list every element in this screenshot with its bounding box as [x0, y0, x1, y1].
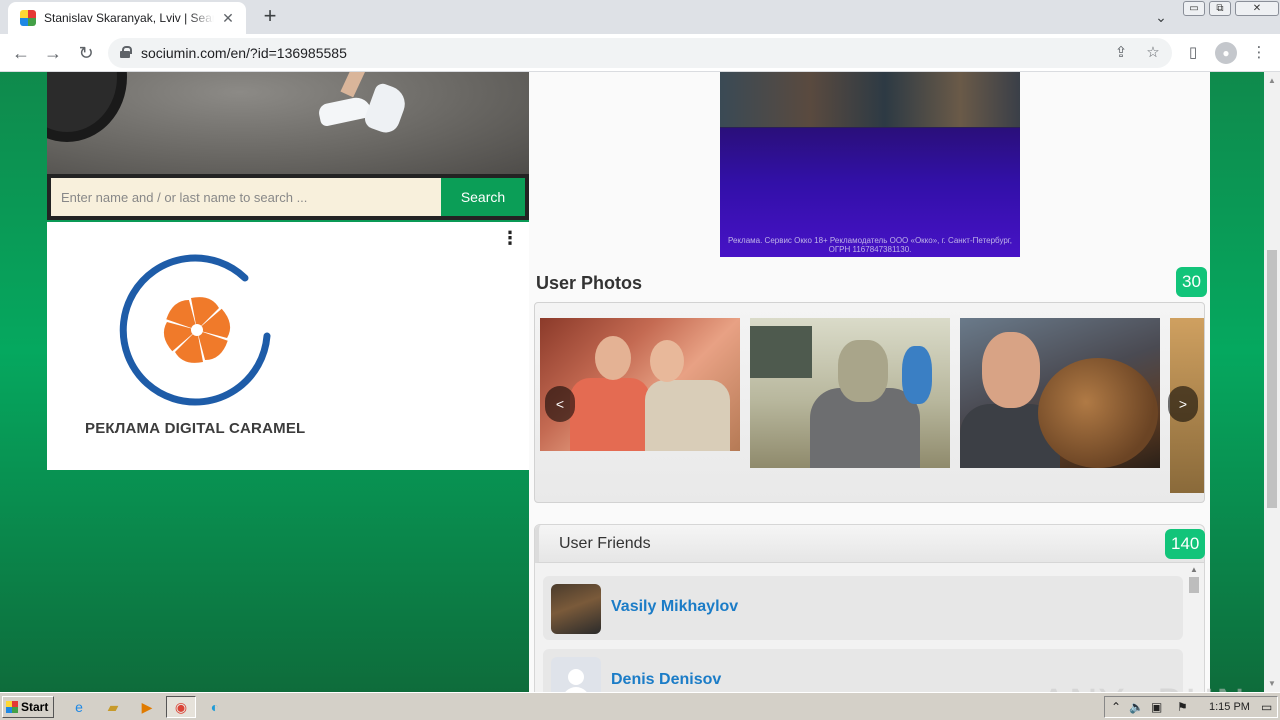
new-tab-button[interactable]: +: [256, 5, 284, 29]
browser-tab[interactable]: Stanislav Skaranyak, Lviv | Search In ✕: [8, 2, 246, 34]
show-desktop-icon[interactable]: ▭: [1261, 700, 1272, 714]
windows-logo-icon: [6, 701, 18, 713]
search-button[interactable]: Search: [441, 178, 525, 216]
caramel-logo: [119, 254, 271, 406]
tray-expand-icon[interactable]: ⌃: [1111, 700, 1121, 714]
network-icon[interactable]: ▣: [1151, 700, 1162, 714]
clock[interactable]: 1:15 PM: [1209, 701, 1250, 713]
browser-toolbar: ← → ↻ sociumin.com/en/?id=136985585 ⇪ ☆ …: [0, 34, 1280, 72]
photos-count-badge: 30: [1176, 267, 1207, 297]
volume-icon[interactable]: 🔈: [1129, 700, 1144, 714]
hero-image: [47, 72, 529, 174]
scroll-up-icon[interactable]: ▲: [1190, 565, 1198, 574]
edge-icon[interactable]: ◐: [204, 697, 226, 717]
search-form: Search: [47, 174, 529, 220]
system-tray: ⌃ 🔈 ▣ ⚑ 1:15 PM ▭: [1104, 696, 1278, 718]
photo-carousel: < >: [534, 302, 1205, 503]
default-avatar-icon[interactable]: [551, 657, 601, 692]
photo-detail: [595, 336, 631, 380]
friends-scrollbar[interactable]: ▲: [1187, 563, 1201, 692]
minimize-button[interactable]: ▭: [1183, 1, 1205, 16]
start-label: Start: [21, 700, 49, 714]
hero-leg: [340, 72, 368, 98]
ie-icon[interactable]: e: [68, 697, 90, 717]
tab-title: Stanislav Skaranyak, Lviv | Search In: [44, 11, 214, 25]
site-favicon-icon: [20, 10, 36, 26]
scroll-up-icon[interactable]: ▲: [1268, 76, 1276, 85]
lock-icon[interactable]: [120, 46, 132, 58]
kebab-menu-icon[interactable]: ⋮: [1248, 42, 1270, 64]
explorer-folder-icon[interactable]: ▰: [102, 697, 124, 717]
photo-detail: [645, 380, 730, 451]
avatar[interactable]: [551, 584, 601, 634]
bookmark-star-icon[interactable]: ☆: [1142, 42, 1164, 64]
hero-shoe: [362, 81, 410, 137]
share-icon[interactable]: ⇪: [1110, 42, 1132, 64]
side-panel-icon[interactable]: ▯: [1182, 42, 1204, 64]
windows-taskbar: Start e ▰ ▶ ◉ ◐ ⌃ 🔈 ▣ ⚑ 1:15 PM ▭: [0, 692, 1280, 720]
url-text[interactable]: sociumin.com/en/?id=136985585: [141, 45, 347, 61]
photo-detail: [902, 346, 932, 404]
back-arrow-icon[interactable]: ←: [8, 40, 34, 66]
chrome-icon[interactable]: ◉: [166, 696, 196, 718]
carousel-next-button[interactable]: >: [1168, 386, 1198, 422]
address-bar[interactable]: sociumin.com/en/?id=136985585 ⇪ ☆: [108, 38, 1172, 68]
scroll-down-icon[interactable]: ▼: [1268, 679, 1276, 688]
search-input[interactable]: [51, 178, 441, 216]
friend-item[interactable]: Vasily Mikhaylov: [543, 576, 1183, 640]
tab-strip: Stanislav Skaranyak, Lviv | Search In ✕ …: [0, 0, 1280, 34]
window-controls: ▭ ⧉ ✕: [1183, 1, 1279, 16]
close-tab-icon[interactable]: ✕: [220, 10, 236, 26]
page-viewport: Search ⋮ РЕКЛАМА DIGITAL CARAMEL Реклама…: [0, 72, 1264, 692]
user-photo[interactable]: [750, 318, 950, 468]
user-photo[interactable]: [540, 318, 740, 451]
ad-disclaimer: Реклама. Сервис Окко 18+ Рекламодатель О…: [728, 236, 1012, 254]
reload-icon[interactable]: ↻: [73, 40, 99, 66]
photo-detail: [982, 332, 1040, 408]
ad-poster-image: [720, 72, 1020, 127]
friends-header: User Friends 140: [535, 525, 1206, 563]
restore-button[interactable]: ⧉: [1209, 1, 1231, 16]
friend-name-link[interactable]: Vasily Mikhaylov: [611, 598, 738, 616]
page-scrollbar[interactable]: ▲ ▼: [1264, 72, 1280, 692]
ad-banner[interactable]: ⋮ РЕКЛАМА DIGITAL CARAMEL: [47, 222, 529, 470]
ad-options-icon[interactable]: ⋮: [501, 228, 519, 249]
forward-arrow-icon[interactable]: →: [40, 40, 66, 66]
action-center-flag-icon[interactable]: ⚑: [1177, 700, 1188, 714]
friends-title: User Friends: [559, 535, 651, 552]
photos-title: User Photos: [536, 273, 643, 293]
photo-detail: [838, 340, 888, 402]
friends-panel: User Friends 140 Vasily Mikhaylov Denis …: [534, 524, 1206, 692]
friends-list: Vasily Mikhaylov Denis Denisov ▲: [535, 563, 1204, 692]
start-button[interactable]: Start: [2, 696, 54, 718]
profile-avatar-icon[interactable]: ●: [1215, 42, 1237, 64]
friend-name-link[interactable]: Denis Denisov: [611, 671, 721, 689]
ad-brand-text: РЕКЛАМА DIGITAL CARAMEL: [85, 420, 306, 437]
window-close-button[interactable]: ✕: [1235, 1, 1279, 16]
video-ad[interactable]: Реклама. Сервис Окко 18+ Рекламодатель О…: [720, 72, 1020, 257]
main-column: Реклама. Сервис Окко 18+ Рекламодатель О…: [529, 72, 1210, 692]
photo-detail: [750, 326, 812, 378]
hero-tire: [47, 72, 127, 142]
photo-detail: [650, 340, 684, 382]
photo-detail: [570, 378, 650, 451]
scroll-thumb[interactable]: [1189, 577, 1199, 593]
friends-count-badge: 140: [1165, 529, 1206, 559]
scroll-thumb[interactable]: [1267, 250, 1277, 508]
carousel-prev-button[interactable]: <: [545, 386, 575, 422]
anyrun-watermark: ANY▷RUN: [1040, 682, 1246, 692]
user-photo[interactable]: [960, 318, 1160, 468]
media-player-icon[interactable]: ▶: [136, 697, 158, 717]
photo-detail: [1038, 358, 1158, 468]
tab-search-chevron-icon[interactable]: ⌄: [1150, 6, 1172, 28]
